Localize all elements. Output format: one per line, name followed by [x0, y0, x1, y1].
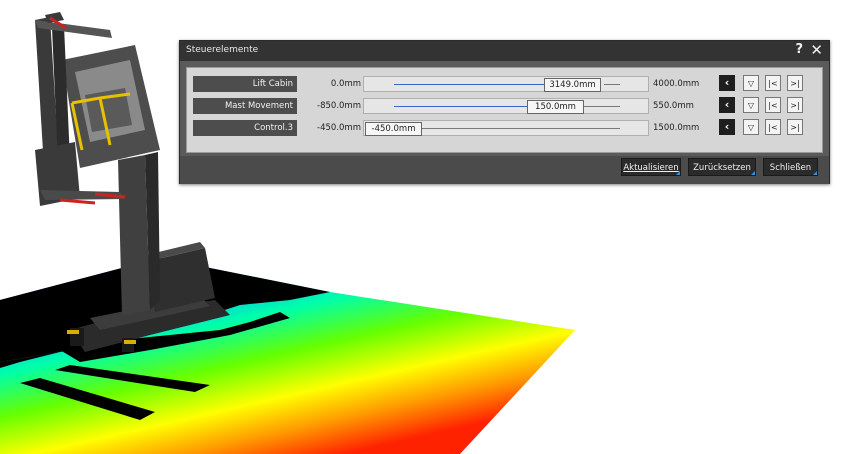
skip-to-min-icon[interactable]: |< [765, 75, 781, 91]
control-slider[interactable]: -450.0mm [363, 120, 649, 136]
control-row-mast-movement: Mast Movement -850.0mm 150.0mm 550.0mm ‹… [187, 97, 822, 115]
controls-panel: Lift Cabin 0.0mm 3149.0mm 4000.0mm ‹ ▽ |… [186, 67, 823, 153]
control-max: 550.0mm [653, 101, 694, 111]
skip-to-max-icon[interactable]: >| [787, 97, 803, 113]
skip-to-min-icon[interactable]: |< [765, 97, 781, 113]
control-label: Mast Movement [193, 98, 297, 114]
control-min: 0.0mm [330, 79, 361, 89]
chevron-left-icon[interactable]: ‹ [719, 97, 735, 113]
control-label: Control.3 [193, 120, 297, 136]
slider-thumb-value[interactable]: -450.0mm [365, 122, 422, 136]
dialog-footer: Aktualisieren Zurücksetzen Schließen [180, 156, 829, 184]
close-button[interactable]: Schließen [763, 158, 818, 176]
control-row-control-3: Control.3 -450.0mm -450.0mm 1500.0mm ‹ ▽… [187, 119, 822, 137]
control-max: 1500.0mm [653, 123, 700, 133]
reset-button[interactable]: Zurücksetzen [688, 158, 756, 176]
chevron-left-icon[interactable]: ‹ [719, 119, 735, 135]
triangle-down-icon[interactable]: ▽ [743, 97, 759, 113]
skip-to-max-icon[interactable]: >| [787, 75, 803, 91]
control-row-lift-cabin: Lift Cabin 0.0mm 3149.0mm 4000.0mm ‹ ▽ |… [187, 75, 822, 93]
slider-thumb-value[interactable]: 3149.0mm [544, 78, 601, 92]
close-icon[interactable]: ✕ [810, 41, 823, 59]
slider-track-rest [584, 106, 620, 107]
update-button[interactable]: Aktualisieren [621, 158, 681, 176]
help-icon[interactable]: ? [795, 42, 803, 57]
dialog-title: Steuerelemente [186, 45, 259, 55]
skip-to-max-icon[interactable]: >| [787, 119, 803, 135]
slider-fill [394, 106, 529, 107]
control-label: Lift Cabin [193, 76, 297, 92]
triangle-down-icon[interactable]: ▽ [743, 119, 759, 135]
triangle-down-icon[interactable]: ▽ [743, 75, 759, 91]
control-elements-dialog: Steuerelemente ? ✕ Lift Cabin 0.0mm 3149… [179, 40, 830, 184]
control-min: -850.0mm [317, 101, 361, 111]
skip-to-min-icon[interactable]: |< [765, 119, 781, 135]
control-slider[interactable]: 3149.0mm [363, 76, 649, 92]
control-min: -450.0mm [317, 123, 361, 133]
dialog-titlebar[interactable]: Steuerelemente ? ✕ [180, 41, 829, 61]
chevron-left-icon[interactable]: ‹ [719, 75, 735, 91]
slider-track-rest [420, 128, 620, 129]
slider-track-rest [604, 84, 620, 85]
control-slider[interactable]: 150.0mm [363, 98, 649, 114]
control-max: 4000.0mm [653, 79, 700, 89]
slider-thumb-value[interactable]: 150.0mm [527, 100, 584, 114]
slider-fill [394, 84, 549, 85]
